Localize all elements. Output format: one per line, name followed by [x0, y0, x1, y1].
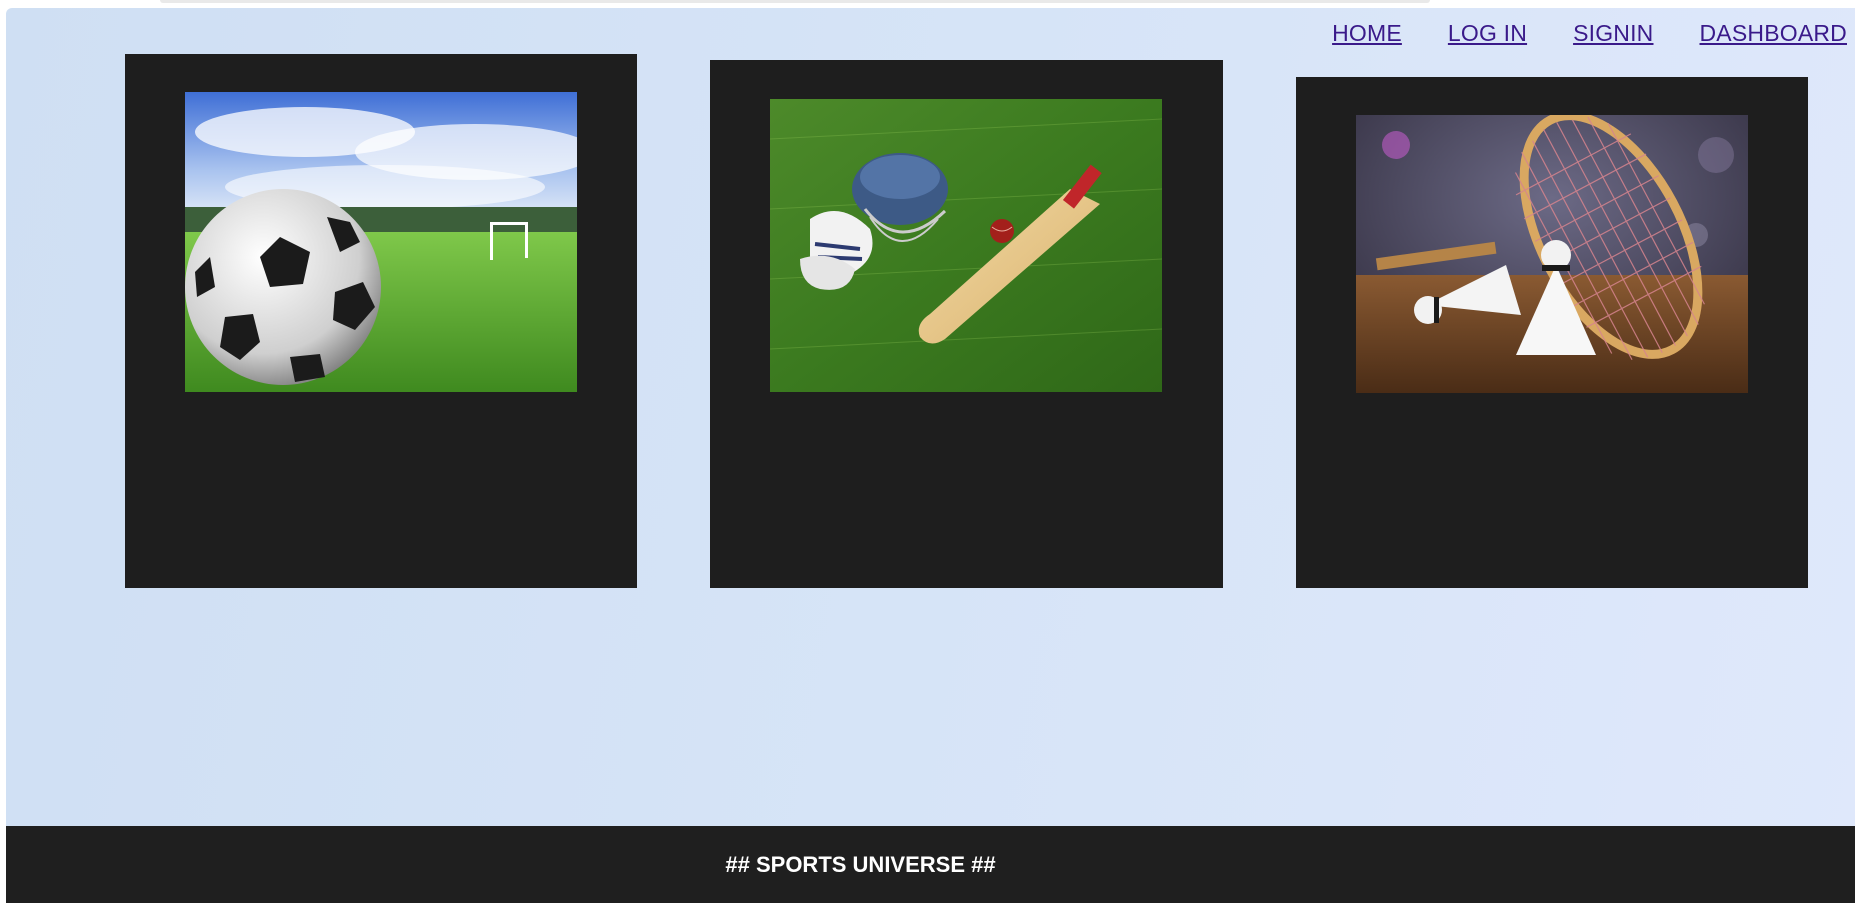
site-footer: ## SPORTS UNIVERSE ##: [6, 826, 1855, 903]
nav-home-link[interactable]: HOME: [1332, 20, 1402, 47]
page: HOME LOG IN SIGNIN DASHBOARD ## SPORTS U…: [6, 8, 1855, 903]
football-image: [185, 92, 577, 392]
browser-edge: [160, 0, 1430, 3]
footer-title: ## SPORTS UNIVERSE ##: [725, 851, 996, 877]
top-nav: HOME LOG IN SIGNIN DASHBOARD: [1332, 20, 1847, 47]
cricket-image: [770, 99, 1162, 392]
badminton-image: [1356, 115, 1748, 393]
nav-signin-link[interactable]: SIGNIN: [1573, 20, 1653, 47]
sport-card-cricket: [710, 60, 1223, 588]
nav-dashboard-link[interactable]: DASHBOARD: [1700, 20, 1848, 47]
sport-card-football: [125, 54, 637, 588]
sport-card-badminton: [1296, 77, 1808, 588]
nav-login-link[interactable]: LOG IN: [1448, 20, 1527, 47]
